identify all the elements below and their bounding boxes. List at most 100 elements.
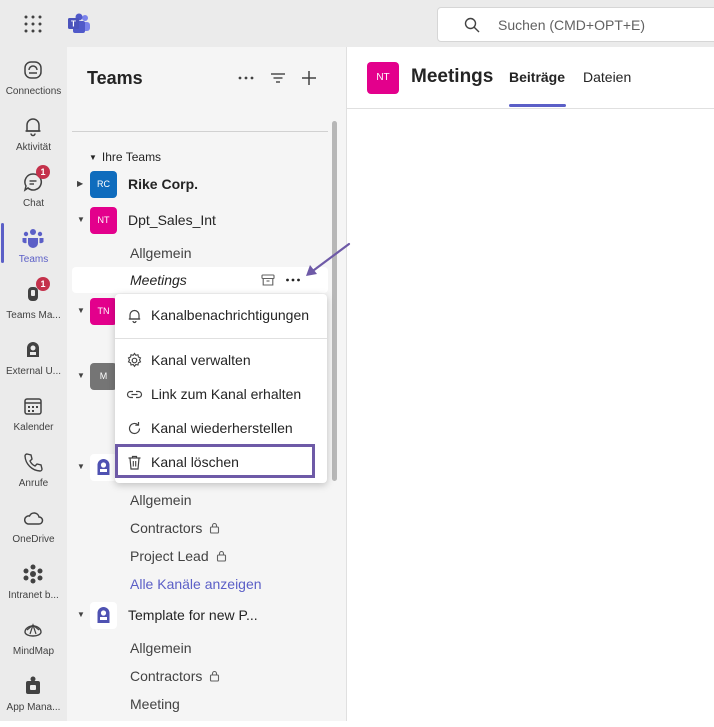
section-header[interactable]: ▼ Ihre Teams [89,150,161,164]
menu-item-manage-channel[interactable]: Kanal verwalten [115,344,327,376]
active-tab-indicator [509,104,566,107]
calendar-icon [24,398,42,415]
cloud-icon [24,512,44,525]
chevron-down-icon: ▼ [77,371,85,380]
teams-icon [22,229,44,248]
more-options-icon[interactable] [235,67,257,89]
section-label: Ihre Teams [101,150,162,164]
rail-label: Anrufe [18,478,49,489]
rail-label: Intranet b... [8,590,59,601]
rail-item-chat[interactable]: 1 Chat [0,165,67,223]
app-manager-icon [26,676,40,694]
rail-item-teams-manager[interactable]: 1 Teams Ma... [0,277,67,335]
rail-label: App Mana... [6,702,61,713]
external-user-icon [27,342,39,357]
tab-files[interactable]: Dateien [583,69,631,85]
chevron-right-icon: ▶ [77,179,84,188]
archive-icon [261,274,275,286]
rail-item-teams[interactable]: Teams [0,223,67,279]
search-icon [464,17,480,33]
team-avatar: TN [90,298,117,325]
top-bar: T Suchen (CMD+OPT+E) [0,0,714,47]
lock-icon [210,522,220,534]
rail-item-calls[interactable]: Anrufe [0,451,67,503]
rail-label: Aktivität [15,142,51,153]
add-icon[interactable] [298,67,320,89]
show-all-channels-link[interactable]: Alle Kanäle anzeigen [130,576,262,592]
robot-icon [90,602,117,629]
channel-item-active[interactable]: Meetings [72,267,328,293]
rail-item-mindmap[interactable]: MindMap [0,619,67,671]
chevron-down-icon: ▼ [89,153,97,162]
channel-name: Contractors [130,520,203,536]
channel-item[interactable]: Contractors [130,668,220,684]
channel-header: NT Meetings Beiträge Dateien [347,47,714,109]
app-launcher-icon[interactable] [24,15,42,33]
menu-item-label: Kanalbenachrichtigungen [151,307,310,323]
rail-label: Teams [18,254,49,265]
scrollbar[interactable] [332,121,337,481]
menu-divider [115,338,327,339]
intranet-icon [23,564,43,584]
rail-item-connections[interactable]: Connections [0,59,67,111]
divider [72,131,328,132]
app-rail: Connections Aktivität 1 Chat Teams 1 Tea… [0,47,67,721]
menu-item-get-link[interactable]: Link zum Kanal erhalten [115,378,327,410]
channel-item[interactable]: Allgemein [130,492,191,508]
rail-label: Kalender [13,422,54,433]
channel-item[interactable]: Allgemein [130,245,191,261]
annotation-arrow-icon [306,242,351,276]
rail-item-calendar[interactable]: Kalender [0,395,67,447]
rail-item-activity[interactable]: Aktivität [0,115,67,167]
rail-label: MindMap [12,646,55,657]
team-row[interactable]: ▼ NT Dpt_Sales_Int [67,207,327,235]
team-name: Rike Corp. [128,176,199,192]
robot-icon [90,454,117,481]
menu-item-label: Link zum Kanal erhalten [151,386,302,402]
bell-icon [25,118,41,137]
team-name: Template for new P... [128,607,258,623]
chevron-down-icon: ▼ [77,462,85,471]
rail-label: Teams Ma... [6,310,61,321]
tab-posts[interactable]: Beiträge [509,69,565,85]
channel-name: Contractors [130,668,203,684]
channel-item[interactable]: Meeting [130,696,180,712]
team-avatar: M [90,363,117,390]
panel-title: Teams [87,68,143,88]
svg-text:T: T [71,20,76,29]
lock-icon [210,670,220,682]
team-avatar: NT [367,62,399,94]
menu-item-label: Kanal verwalten [151,352,251,368]
filter-icon[interactable] [267,67,289,89]
bell-icon [128,309,141,324]
chat-unread-badge: 1 [36,165,50,179]
channel-title: Meetings [411,66,494,87]
rail-item-intranet[interactable]: Intranet b... [0,563,67,615]
chevron-down-icon: ▼ [77,610,85,619]
connections-icon [24,61,42,79]
rail-item-app-manager[interactable]: App Mana... [0,675,67,727]
menu-item-restore-channel[interactable]: Kanal wiederherstellen [115,412,327,444]
phone-icon [24,453,43,472]
search-box[interactable]: Suchen (CMD+OPT+E) [437,7,714,42]
menu-item-channel-notifications[interactable]: Kanalbenachrichtigungen [115,299,327,331]
team-name: Dpt_Sales_Int [128,212,216,228]
team-row[interactable]: ▶ RC Rike Corp. [67,171,327,199]
team-avatar: NT [90,207,117,234]
channel-item[interactable]: Allgemein [130,640,191,656]
mindmap-icon [24,623,42,637]
highlight-box [115,444,315,478]
channel-item[interactable]: Contractors [130,520,220,536]
search-placeholder: Suchen (CMD+OPT+E) [498,17,646,33]
rail-item-external-user[interactable]: External U... [0,339,67,391]
rail-label: External U... [5,366,62,377]
gear-icon [127,352,142,368]
chevron-down-icon: ▼ [77,306,85,315]
team-row[interactable]: ▼ Template for new P... [67,602,327,630]
rail-item-onedrive[interactable]: OneDrive [0,507,67,559]
rail-label: Connections [5,86,62,97]
channel-item[interactable]: Project Lead [130,548,227,564]
lock-icon [216,550,226,562]
teams-logo-icon: T [68,13,90,33]
menu-item-label: Kanal wiederherstellen [151,420,293,436]
